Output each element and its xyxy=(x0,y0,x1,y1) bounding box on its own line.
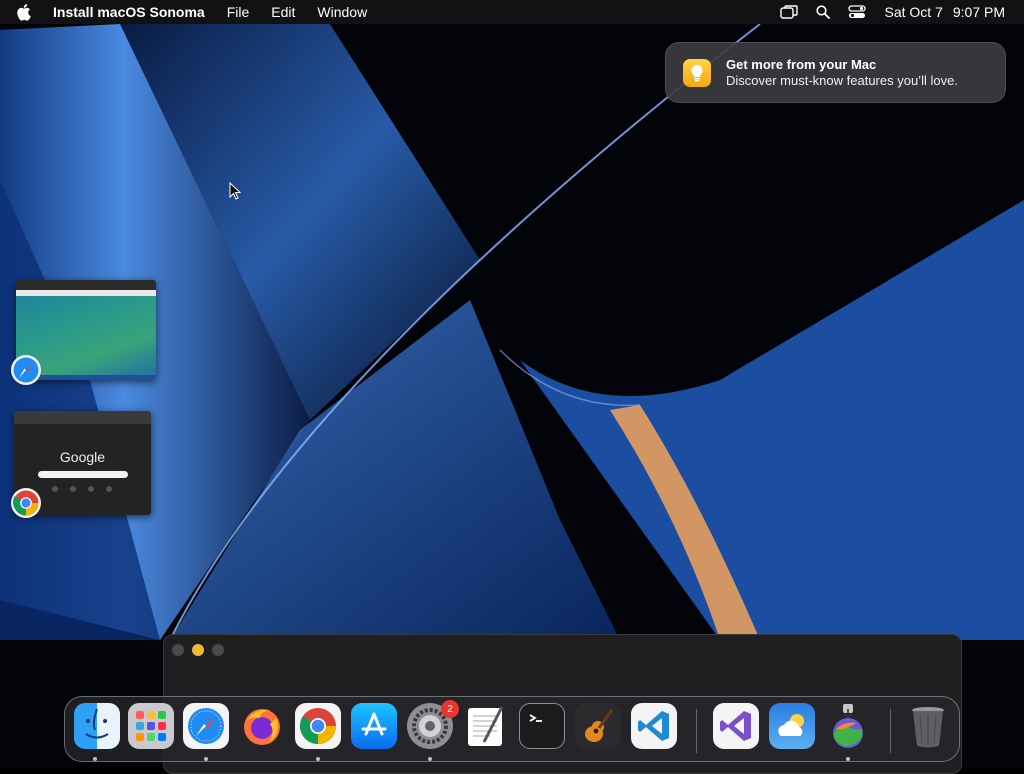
system-settings-icon: 2 xyxy=(407,700,459,749)
menu-edit[interactable]: Edit xyxy=(271,4,295,20)
dock-item-launchpad[interactable] xyxy=(128,703,174,749)
dock-item-safari[interactable] xyxy=(183,703,229,749)
install-macos-icon xyxy=(825,703,871,749)
terminal-icon xyxy=(519,703,565,749)
safari-icon xyxy=(183,703,229,749)
notification-banner[interactable]: Get more from your Mac Discover must-kno… xyxy=(665,42,1006,103)
running-indicator xyxy=(93,757,97,761)
clock-time: 9:07 PM xyxy=(952,4,1005,20)
finder-icon xyxy=(74,703,120,749)
weather-icon xyxy=(769,703,815,749)
dock-item-vscode[interactable] xyxy=(631,703,677,749)
app-store-icon xyxy=(351,703,397,749)
dock-item-finder[interactable] xyxy=(74,703,120,749)
apple-menu-icon[interactable] xyxy=(17,0,35,24)
dock-item-trash[interactable] xyxy=(905,703,951,749)
dock-item-weather[interactable] xyxy=(769,703,815,749)
dock-item-chrome[interactable] xyxy=(295,703,341,749)
thumbnail-toolbar xyxy=(14,411,151,424)
dock-item-visual-studio[interactable] xyxy=(713,703,759,749)
control-center-icon[interactable] xyxy=(847,0,867,24)
safari-icon[interactable] xyxy=(10,354,42,386)
firefox-icon xyxy=(239,703,285,749)
chrome-icon[interactable] xyxy=(10,487,42,519)
menu-bar: Install macOS Sonoma File Edit Window Sa… xyxy=(0,0,1024,24)
notification-badge: 2 xyxy=(441,700,459,718)
dock-item-terminal[interactable] xyxy=(519,703,565,749)
thumbnail-tab-bar xyxy=(16,290,156,296)
lightbulb-icon xyxy=(683,58,711,87)
running-indicator xyxy=(316,757,320,761)
running-indicator xyxy=(428,757,432,761)
dock-separator xyxy=(890,709,891,753)
close-button[interactable] xyxy=(172,644,184,656)
garageband-icon xyxy=(575,703,621,749)
app-menu[interactable]: Install macOS Sonoma xyxy=(53,4,205,20)
dock-item-install-macos[interactable] xyxy=(825,703,871,749)
textedit-icon xyxy=(463,703,509,749)
search-icon[interactable] xyxy=(813,0,833,24)
vscode-icon xyxy=(631,703,677,749)
clock-date: Sat Oct 7 xyxy=(884,4,943,20)
google-logo: Google xyxy=(59,449,106,465)
thumbnail-toolbar xyxy=(16,280,156,290)
dock-item-textedit[interactable] xyxy=(463,703,509,749)
launchpad-icon xyxy=(128,703,174,749)
dock-item-firefox[interactable] xyxy=(239,703,285,749)
thumbnail-shortcuts xyxy=(52,486,112,492)
menu-bar-clock[interactable]: Sat Oct 7 9:07 PM xyxy=(885,4,1006,20)
running-indicator xyxy=(204,757,208,761)
menu-file[interactable]: File xyxy=(227,4,250,20)
notification-title: Get more from your Mac xyxy=(726,56,877,72)
menu-window[interactable]: Window xyxy=(317,4,367,20)
zoom-button[interactable] xyxy=(212,644,224,656)
chrome-icon xyxy=(295,703,341,749)
minimize-button[interactable] xyxy=(192,644,204,656)
dock-item-garageband[interactable] xyxy=(575,703,621,749)
dock-separator xyxy=(696,709,697,753)
notification-body: Discover must-know features you’ll love. xyxy=(726,72,958,88)
dock: 2 xyxy=(64,696,960,762)
running-indicator xyxy=(846,757,850,761)
dock-item-app-store[interactable] xyxy=(351,703,397,749)
thumbnail-search-box xyxy=(38,471,128,478)
mouse-cursor-icon xyxy=(229,181,242,205)
trash-icon xyxy=(905,703,951,749)
visual-studio-icon xyxy=(713,703,759,749)
screen-mirroring-icon[interactable] xyxy=(779,0,799,24)
dock-item-system-settings[interactable]: 2 xyxy=(407,700,459,749)
